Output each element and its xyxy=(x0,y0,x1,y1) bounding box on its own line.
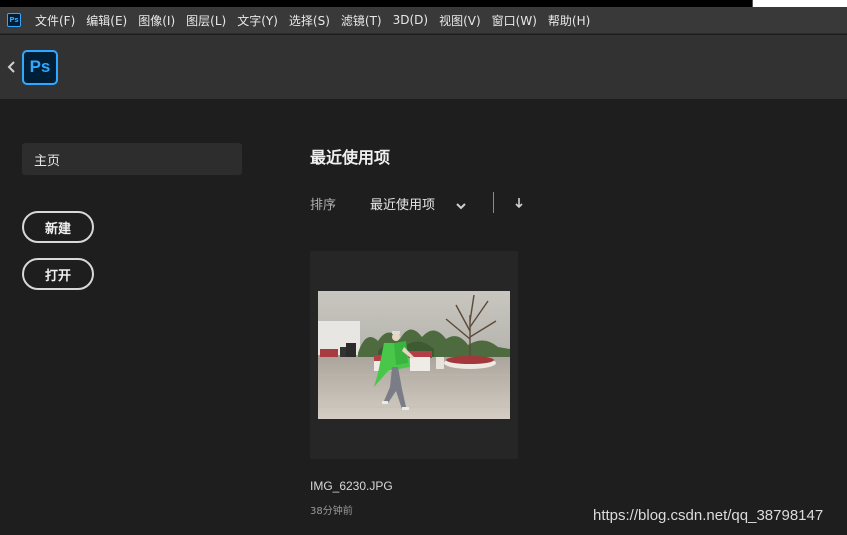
menu-image[interactable]: 图像(I) xyxy=(138,12,175,29)
recent-file-card[interactable] xyxy=(310,251,518,459)
sidebar-item-home-label: 主页 xyxy=(34,153,61,169)
ps-logo: Ps xyxy=(22,49,58,85)
photoshop-home-window: Ps 文件(F) 编辑(E) 图像(I) 图层(L) 文字(Y) 选择(S) 滤… xyxy=(0,0,847,535)
menu-help[interactable]: 帮助(H) xyxy=(548,12,590,29)
menu-3d[interactable]: 3D(D) xyxy=(393,13,428,27)
ps-app-icon[interactable]: Ps xyxy=(7,13,21,27)
menu-bar: Ps 文件(F) 编辑(E) 图像(I) 图层(L) 文字(Y) 选择(S) 滤… xyxy=(0,7,847,34)
menu-select[interactable]: 选择(S) xyxy=(289,12,330,29)
file-thumbnail[interactable] xyxy=(318,291,510,419)
menu-file[interactable]: 文件(F) xyxy=(35,12,75,29)
new-button[interactable]: 新建 xyxy=(22,211,94,243)
chevron-down-icon[interactable] xyxy=(455,197,467,210)
menu-window[interactable]: 窗口(W) xyxy=(492,12,537,29)
menu-view[interactable]: 视图(V) xyxy=(439,12,481,29)
top-strip-white xyxy=(752,0,847,7)
menu-layer[interactable]: 图层(L) xyxy=(186,12,226,29)
file-name[interactable]: IMG_6230.JPG xyxy=(310,479,393,493)
menu-filter[interactable]: 滤镜(T) xyxy=(341,12,382,29)
chevron-left-icon[interactable] xyxy=(7,57,19,77)
file-time: 38分钟前 xyxy=(310,506,353,517)
recent-title: 最近使用项 xyxy=(310,148,391,167)
home-header: Ps xyxy=(0,35,847,99)
top-strip xyxy=(0,0,847,7)
menu-type[interactable]: 文字(Y) xyxy=(237,12,278,29)
arrow-down-icon[interactable] xyxy=(513,195,525,209)
sidebar-item-home[interactable]: 主页 xyxy=(22,143,242,175)
menu-edit[interactable]: 编辑(E) xyxy=(86,12,127,29)
sort-dropdown[interactable]: 最近使用项 xyxy=(370,194,435,213)
watermark: https://blog.csdn.net/qq_38798147 xyxy=(593,507,824,524)
thumbnail-image xyxy=(318,291,510,419)
open-button[interactable]: 打开 xyxy=(22,258,94,290)
sort-divider xyxy=(493,192,494,213)
sort-label: 排序 xyxy=(310,198,337,213)
